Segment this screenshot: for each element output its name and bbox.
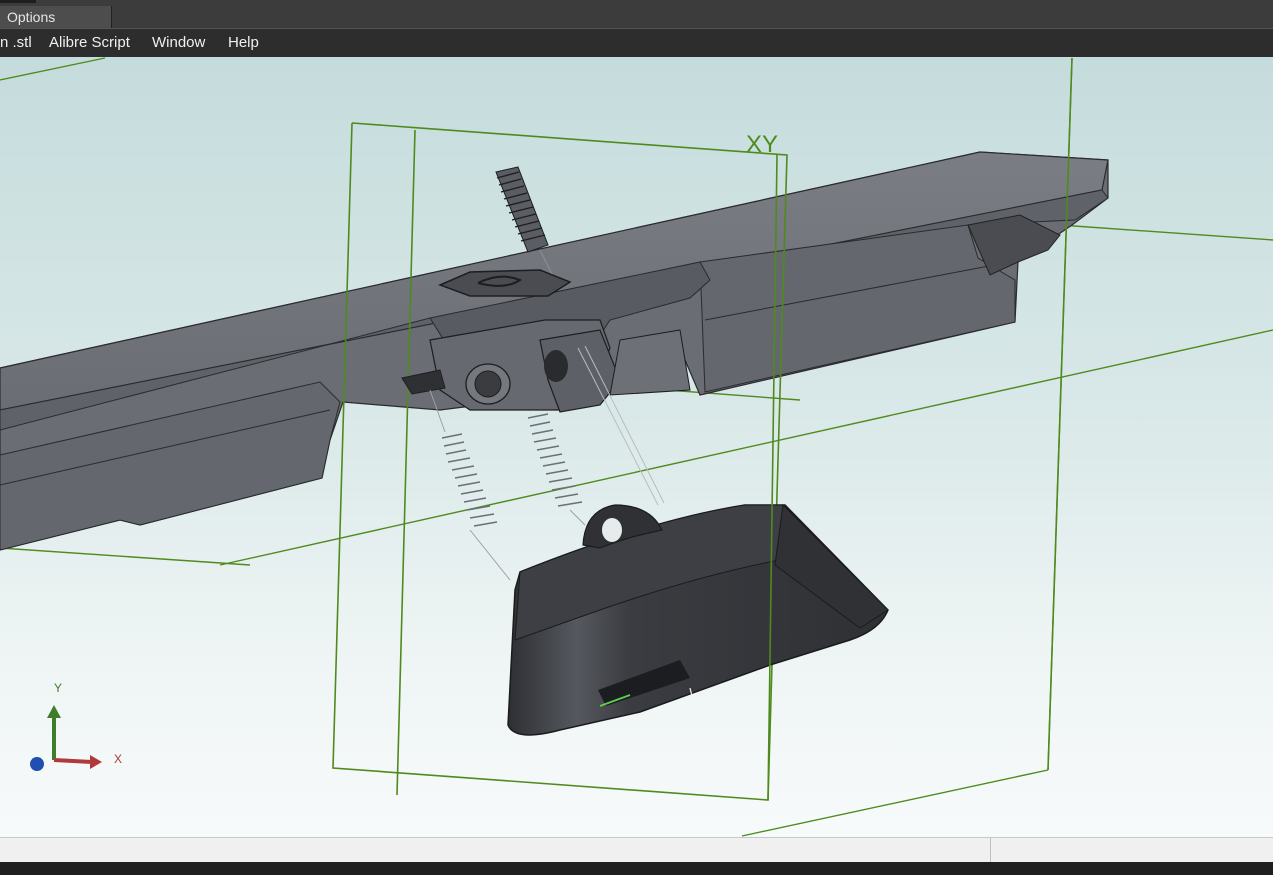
- options-tab-label: Options: [7, 9, 56, 25]
- spring-right[interactable]: [527, 413, 586, 526]
- status-right-pane: [991, 838, 1273, 862]
- pendant-housing[interactable]: [507, 503, 889, 736]
- options-tab[interactable]: Options: [0, 0, 112, 28]
- status-left-pane: [0, 838, 991, 862]
- menu-help[interactable]: Help: [228, 29, 259, 57]
- axis-x-label: X: [114, 752, 122, 766]
- tab-active-indicator: [0, 0, 36, 3]
- menu-bar: n .stl Alibre Script Window Help: [0, 28, 1273, 57]
- axis-triad: [30, 705, 102, 771]
- status-bar: [0, 837, 1273, 862]
- axis-y-label: Y: [54, 681, 62, 695]
- menu-file-name[interactable]: n .stl: [0, 29, 32, 57]
- taskbar-edge: [0, 862, 1273, 875]
- spring-left[interactable]: [429, 389, 511, 581]
- 3d-viewport[interactable]: XY Y X: [0, 57, 1273, 837]
- menu-window[interactable]: Window: [152, 29, 205, 57]
- plane-label: XY: [746, 131, 778, 158]
- title-strip: Options: [0, 0, 1273, 28]
- menu-alibre-script[interactable]: Alibre Script: [49, 29, 130, 57]
